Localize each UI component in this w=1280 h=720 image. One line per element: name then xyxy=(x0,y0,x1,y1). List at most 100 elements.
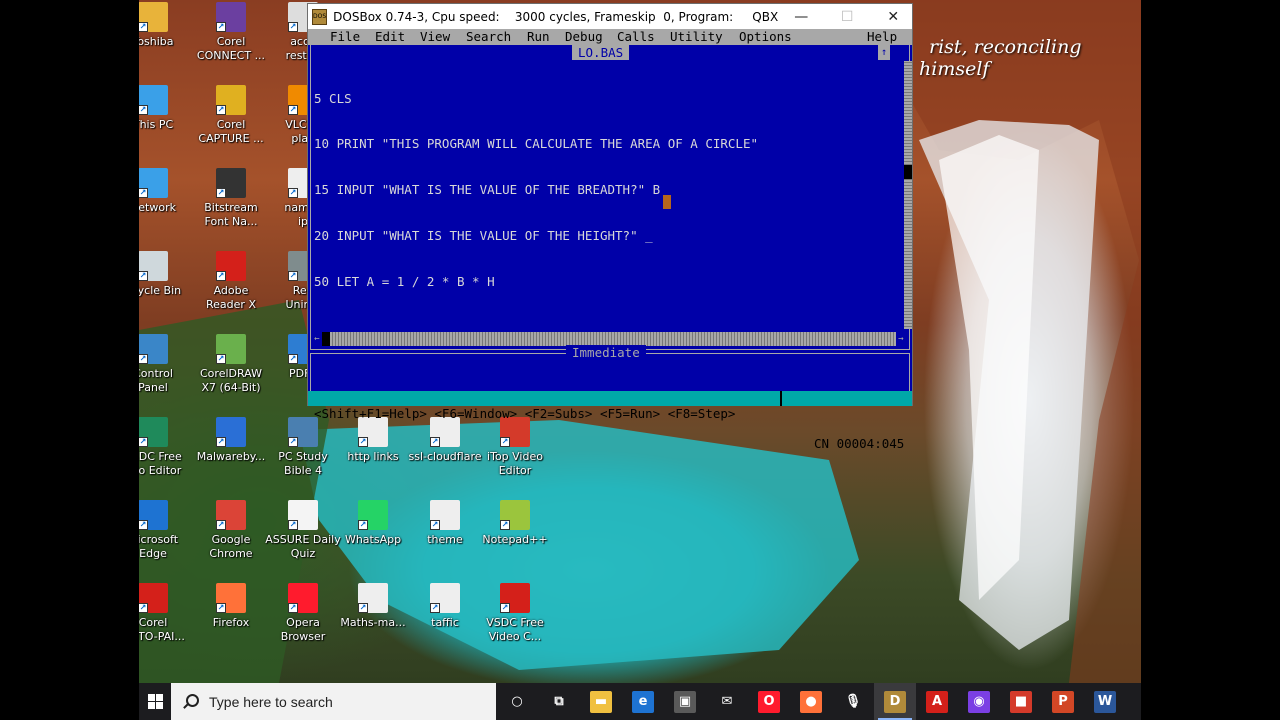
desktop-icon-label: Microsoft Edge xyxy=(139,533,179,560)
mail-icon: ✉ xyxy=(716,690,738,713)
close-button[interactable]: ✕ xyxy=(870,5,916,29)
taskbar-item-dosbox[interactable]: D xyxy=(874,683,916,720)
code-line[interactable]: 15 INPUT "WHAT IS THE VALUE OF THE BREAD… xyxy=(314,182,758,197)
desktop-icon[interactable]: ↗ Google Chrome xyxy=(195,500,267,561)
opera-icon: O xyxy=(758,690,780,713)
shortcut-arrow-icon: ↗ xyxy=(288,271,298,281)
desktop-icon[interactable]: ↗ Malwareby... xyxy=(195,417,267,464)
code-line[interactable]: 50 LET A = 1 / 2 * B * H xyxy=(314,274,758,289)
code-line[interactable]: 10 PRINT "THIS PROGRAM WILL CALCULATE TH… xyxy=(314,136,758,151)
desktop-icon-label: VSDC Free deo Editor xyxy=(139,450,182,477)
taskbar-item-camera[interactable]: ■ xyxy=(1000,683,1042,720)
chrome-icon: ↗ xyxy=(216,500,246,530)
desktop-icon[interactable]: ↗ ecycle Bin xyxy=(139,251,189,298)
vertical-scroll-thumb[interactable] xyxy=(904,165,912,179)
shortcut-arrow-icon: ↗ xyxy=(216,354,226,364)
vertical-scrollbar[interactable] xyxy=(904,61,912,329)
taskbar: Type here to search ○ ⧉ ▬ e ▣ ✉ O ● 🎙 D A ◉ ■ P W xyxy=(139,683,1141,720)
desktop-icon[interactable]: ↗ Notepad++ xyxy=(479,500,551,547)
desktop-icon[interactable]: ↗ WhatsApp xyxy=(337,500,409,547)
taskbar-item-edge[interactable]: e xyxy=(622,683,664,720)
dosbox-app-icon[interactable]: DOS xyxy=(312,8,328,25)
desktop-icon-label: Corel CAPTURE ... xyxy=(198,118,264,145)
qbasic-menubar: File Edit View Search Run Debug Calls Ut… xyxy=(308,29,912,45)
shortcut-arrow-icon: ↗ xyxy=(139,188,148,198)
desktop-icon[interactable]: ↗ VSDC Free deo Editor xyxy=(139,417,189,478)
desktop-icon[interactable]: ↗ Corel HOTO-PAI... xyxy=(139,583,189,644)
desktop-icon[interactable]: ↗ Opera Browser xyxy=(267,583,339,644)
code-line[interactable]: 5 CLS xyxy=(314,91,758,106)
menu-run[interactable]: Run xyxy=(527,29,550,45)
menu-view[interactable]: View xyxy=(420,29,450,45)
desktop-icon[interactable]: ↗ ASSURE Daily Quiz xyxy=(265,500,341,561)
menu-debug[interactable]: Debug xyxy=(565,29,603,45)
shortcut-arrow-icon: ↗ xyxy=(358,520,368,530)
shortcut-arrow-icon: ↗ xyxy=(216,520,226,530)
menu-options[interactable]: Options xyxy=(739,29,792,45)
taskbar-item-word[interactable]: W xyxy=(1084,683,1126,720)
corel-photopaint-icon: ↗ xyxy=(139,583,168,613)
taskbar-item-task-view[interactable]: ⧉ xyxy=(538,683,580,720)
dosbox-window[interactable]: DOS DOSBox 0.74-3, Cpu speed: 3000 cycle… xyxy=(307,3,913,451)
taskbar-item-record[interactable]: ◉ xyxy=(958,683,1000,720)
adobe-reader-icon: ↗ xyxy=(216,251,246,281)
maximize-button[interactable]: ☐ xyxy=(824,5,870,29)
desktop-icon[interactable]: ↗ Adobe Reader X xyxy=(195,251,267,312)
menu-calls[interactable]: Calls xyxy=(617,29,655,45)
menu-file[interactable]: File xyxy=(330,29,360,45)
desktop-icon[interactable]: ↗ Corel CONNECT ... xyxy=(195,2,267,63)
qbasic-editor[interactable]: File Edit View Search Run Debug Calls Ut… xyxy=(308,29,912,451)
desktop-icon[interactable]: ↗ Toshiba xyxy=(139,2,189,49)
menu-edit[interactable]: Edit xyxy=(375,29,405,45)
search-placeholder[interactable]: Type here to search xyxy=(209,694,333,710)
desktop-icon[interactable]: ↗ This PC xyxy=(139,85,189,132)
taskbar-item-adobe-reader[interactable]: A xyxy=(916,683,958,720)
desktop-icon[interactable]: ↗ Corel CAPTURE ... xyxy=(195,85,267,146)
desktop-icon[interactable]: ↗ ssl-cloudflare xyxy=(409,417,482,464)
dosbox-titlebar[interactable]: DOS DOSBox 0.74-3, Cpu speed: 3000 cycle… xyxy=(308,4,912,29)
taskbar-item-microphone[interactable]: 🎙 xyxy=(832,683,874,720)
shortcut-arrow-icon: ↗ xyxy=(216,188,226,198)
taskbar-item-powerpoint[interactable]: P xyxy=(1042,683,1084,720)
desktop-icon[interactable]: ↗ Bitstream Font Na... xyxy=(195,168,267,229)
shortcut-arrow-icon: ↗ xyxy=(139,271,148,281)
desktop-icon-label: Toshiba xyxy=(139,35,174,48)
desktop-icon[interactable]: ↗ iTop Video Editor xyxy=(479,417,551,478)
desktop-icon[interactable]: ↗ Network xyxy=(139,168,189,215)
wallpaper-quote-line2: himself xyxy=(919,58,990,80)
shortcut-arrow-icon: ↗ xyxy=(430,603,440,613)
code-editor-text[interactable]: 5 CLS 10 PRINT "THIS PROGRAM WILL CALCUL… xyxy=(314,60,758,320)
taskbar-item-opera[interactable]: O xyxy=(748,683,790,720)
desktop-icon[interactable]: ↗ taffic xyxy=(409,583,481,630)
taskbar-item-firefox[interactable]: ● xyxy=(790,683,832,720)
taskbar-item-store[interactable]: ▣ xyxy=(664,683,706,720)
horizontal-scrollbar[interactable]: ← → xyxy=(312,332,906,346)
word-icon: W xyxy=(1094,690,1116,713)
taskbar-item-file-explorer[interactable]: ▬ xyxy=(580,683,622,720)
scroll-right-arrow-icon[interactable]: → xyxy=(896,332,906,346)
file-explorer-icon: ▬ xyxy=(590,690,612,713)
taskbar-item-mail[interactable]: ✉ xyxy=(706,683,748,720)
desktop-icon[interactable]: ↗ CorelDRAW X7 (64-Bit) xyxy=(195,334,267,395)
desktop-icon[interactable]: ↗ Microsoft Edge xyxy=(139,500,189,561)
maximize-window-arrow-icon[interactable]: ↑ xyxy=(878,45,890,60)
vsdc-converter-icon: ↗ xyxy=(500,583,530,613)
menu-search[interactable]: Search xyxy=(466,29,511,45)
taskbar-search-box[interactable]: Type here to search xyxy=(171,683,496,720)
scroll-left-arrow-icon[interactable]: ← xyxy=(312,332,322,346)
desktop-icon[interactable]: ↗ Control Panel xyxy=(139,334,189,395)
menu-help[interactable]: Help xyxy=(867,29,897,45)
desktop-icon[interactable]: ↗ Maths-ma... xyxy=(337,583,409,630)
start-button[interactable] xyxy=(139,683,171,720)
desktop-icon[interactable]: ↗ VSDC Free Video C... xyxy=(479,583,551,644)
desktop-icon[interactable]: ↗ theme xyxy=(409,500,481,547)
file-icon: ↗ xyxy=(358,583,388,613)
desktop-icon-label: This PC xyxy=(139,118,174,131)
code-line[interactable]: 20 INPUT "WHAT IS THE VALUE OF THE HEIGH… xyxy=(314,228,758,243)
horizontal-scroll-thumb[interactable] xyxy=(322,332,330,346)
menu-utility[interactable]: Utility xyxy=(670,29,723,45)
desktop-icon[interactable]: ↗ Firefox xyxy=(195,583,267,630)
shortcut-arrow-icon: ↗ xyxy=(430,437,440,447)
minimize-button[interactable]: — xyxy=(778,5,824,29)
taskbar-item-task-view-cortana[interactable]: ○ xyxy=(496,683,538,720)
